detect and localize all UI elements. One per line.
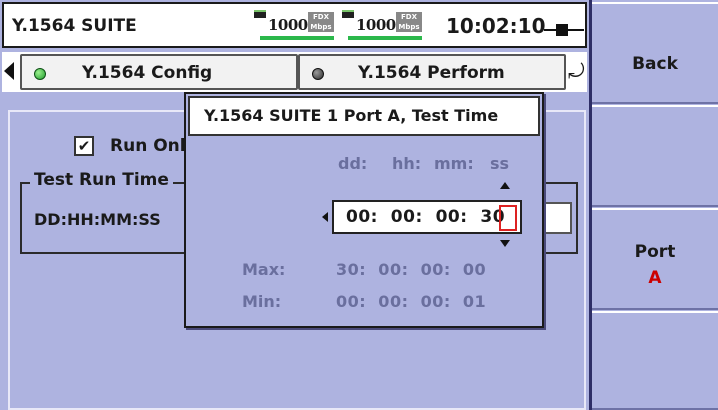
max-label: Max:: [242, 260, 286, 279]
tab-label: Y.1564 Config: [82, 63, 213, 83]
port-1-link-bar: [260, 36, 334, 40]
min-label: Min:: [242, 292, 282, 311]
port-button[interactable]: Port A: [592, 208, 718, 310]
column-days: dd:: [338, 154, 368, 173]
run-only-checkbox[interactable]: ✔: [74, 136, 94, 156]
power-plug-icon: [544, 24, 584, 36]
back-button[interactable]: Back: [592, 2, 718, 104]
port-1-duplex-badge: FDX Mbps: [308, 12, 334, 32]
port-2-speed: 1000: [356, 16, 396, 34]
digit-cursor: [499, 205, 517, 231]
tab-scroll-right-icon[interactable]: ⤾: [568, 59, 585, 83]
tab-scroll-left-icon[interactable]: [4, 62, 14, 80]
tab-y1564-config[interactable]: Y.1564 Config: [20, 54, 298, 90]
group-title: Test Run Time: [30, 170, 173, 190]
max-value: 30: 00: 00: 00: [336, 260, 487, 279]
status-bar: Y.1564 SUITE 1000 FDX Mbps 1000 FDX Mbps…: [2, 2, 587, 48]
tab-label: Y.1564 Perform: [358, 63, 505, 83]
tab-bar: Y.1564 Config Y.1564 Perform ⤾: [2, 52, 587, 92]
test-time-input[interactable]: 00: 00: 00: 30: [332, 200, 522, 234]
decrement-arrow-icon[interactable]: [500, 240, 510, 247]
column-seconds: ss: [490, 154, 510, 173]
increment-arrow-icon[interactable]: [500, 182, 510, 189]
column-minutes: mm:: [434, 154, 474, 173]
port-1-speed: 1000: [268, 16, 308, 34]
cursor-left-arrow-icon[interactable]: [322, 212, 328, 222]
tab-y1564-perform[interactable]: Y.1564 Perform: [298, 54, 566, 90]
ethernet-port-icon: [342, 10, 354, 18]
port-1-status: 1000 FDX Mbps: [254, 10, 336, 40]
ethernet-port-icon: [254, 10, 266, 18]
port-label: Port: [634, 242, 676, 262]
app-title: Y.1564 SUITE: [12, 16, 137, 36]
clock: 10:02:10: [446, 14, 546, 38]
softkey-empty-4[interactable]: [592, 311, 718, 410]
column-hours: hh:: [392, 154, 422, 173]
gray-status-dot-icon: [312, 68, 324, 80]
back-label: Back: [632, 54, 678, 74]
duration-label: DD:HH:MM:SS: [34, 210, 161, 229]
port-2-link-bar: [348, 36, 422, 40]
softkey-empty-2[interactable]: [592, 105, 718, 207]
test-time-dialog: Y.1564 SUITE 1 Port A, Test Time dd: hh:…: [184, 92, 544, 328]
run-only-label: Run Onl: [110, 136, 186, 156]
screen: Y.1564 SUITE 1000 FDX Mbps 1000 FDX Mbps…: [0, 0, 718, 410]
port-value: A: [648, 268, 662, 288]
softkey-panel: Back Port A: [589, 0, 718, 410]
min-value: 00: 00: 00: 01: [336, 292, 487, 311]
port-2-duplex-badge: FDX Mbps: [396, 12, 422, 32]
port-2-status: 1000 FDX Mbps: [342, 10, 424, 40]
test-time-value: 00: 00: 00: 30: [346, 207, 506, 227]
green-status-dot-icon: [34, 68, 46, 80]
dialog-title: Y.1564 SUITE 1 Port A, Test Time: [188, 96, 540, 136]
